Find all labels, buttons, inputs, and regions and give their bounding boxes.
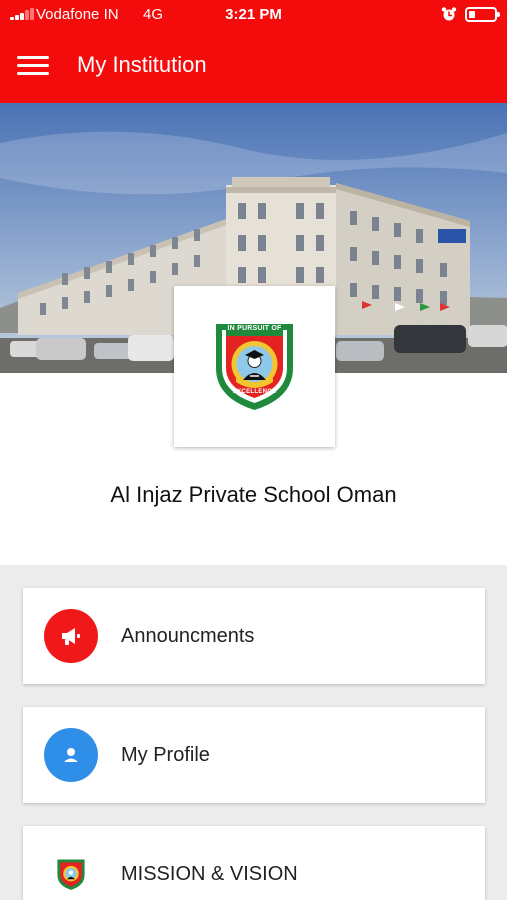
person-icon [44,728,98,782]
menu-item-my-profile[interactable]: My Profile [23,707,485,803]
institution-name: Al Injaz Private School Oman [110,482,397,507]
page-title: My Institution [77,52,207,77]
institution-menu-list: Announcments My Profile MISSION & VISION [0,565,507,900]
megaphone-icon [44,609,98,663]
status-time: 3:21 PM [225,6,282,23]
menu-item-announcements[interactable]: Announcments [23,588,485,684]
logo-motto-bottom: EXCELLENCE [232,389,277,395]
hamburger-menu-icon[interactable] [17,56,49,76]
menu-item-label: MISSION & VISION [121,863,298,885]
school-crest-icon [57,859,85,890]
institution-logo-card: IN PURSUIT OF EXCELLENCE [174,286,335,447]
menu-item-label: My Profile [121,744,210,766]
battery-icon [465,7,500,22]
alarm-clock-icon [441,7,457,21]
status-bar: Vodafone IN 4G 3:21 PM [0,0,507,28]
school-crest-logo [216,324,293,410]
menu-item-mission-vision[interactable]: MISSION & VISION [23,826,485,900]
battery-level [469,11,475,18]
menu-item-label: Announcments [121,625,255,647]
logo-motto-top: IN PURSUIT OF [227,325,282,332]
